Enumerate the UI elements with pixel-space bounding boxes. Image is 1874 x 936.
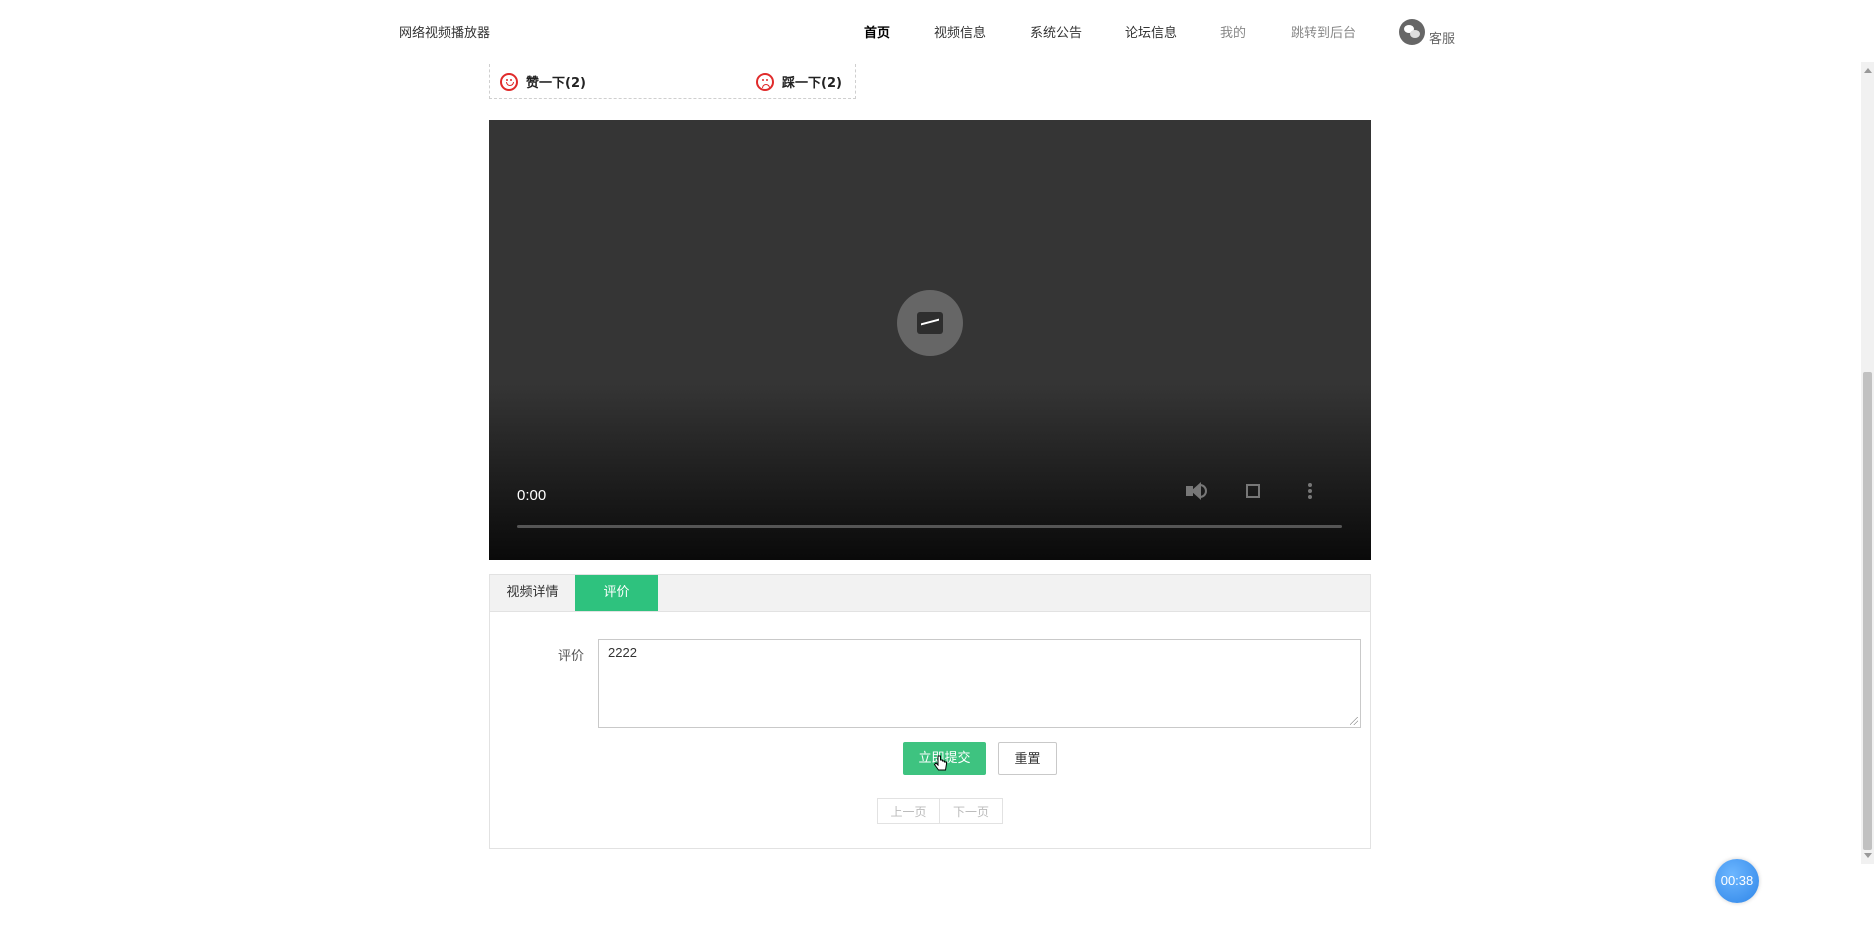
resize-grip-icon[interactable] [1350, 717, 1358, 725]
dislike-button[interactable]: 踩一下(2) [756, 72, 842, 91]
nav-admin[interactable]: 跳转到后台 [1291, 22, 1356, 41]
nav-video-info[interactable]: 视频信息 [934, 22, 986, 41]
frown-icon [756, 72, 774, 91]
tab-video-details[interactable]: 视频详情 [490, 575, 575, 611]
comment-value: 2222 [608, 645, 637, 660]
customer-service-label: 客服 [1429, 31, 1456, 47]
comment-textarea[interactable]: 2222 [598, 639, 1361, 728]
reset-button[interactable]: 重置 [998, 742, 1057, 775]
comment-label: 评价 [558, 649, 585, 664]
top-navbar: 网络视频播放器 首页 视频信息 系统公告 论坛信息 我的 跳转到后台 客服 [0, 0, 1874, 62]
tab-reviews[interactable]: 评价 [575, 575, 658, 611]
site-brand[interactable]: 网络视频播放器 [399, 22, 490, 41]
next-page-button[interactable]: 下一页 [939, 798, 1003, 824]
nav-my[interactable]: 我的 [1220, 22, 1246, 41]
hand-cursor-icon [934, 755, 947, 771]
nav-home[interactable]: 首页 [864, 22, 890, 41]
prev-page-button[interactable]: 上一页 [877, 798, 940, 824]
nav-forum[interactable]: 论坛信息 [1125, 22, 1177, 41]
like-button[interactable]: 赞一下(2) [500, 72, 586, 91]
timer-badge: 00:38 [1715, 859, 1759, 903]
fullscreen-icon[interactable] [1238, 476, 1268, 506]
dislike-label: 踩一下(2) [782, 76, 842, 91]
scroll-up-arrow-icon[interactable] [1864, 68, 1872, 73]
smile-icon [500, 72, 518, 91]
wechat-icon [1399, 19, 1425, 45]
broken-image-icon[interactable] [897, 290, 963, 356]
submit-button[interactable]: 立即提交 [903, 742, 986, 775]
detail-panel: 视频详情 评价 评价 2222 立即提交 重置 上一页 下一页 [489, 574, 1371, 849]
volume-icon[interactable] [1181, 476, 1211, 506]
page-scrollbar[interactable] [1861, 62, 1874, 864]
current-time: 0:00 [517, 487, 547, 504]
video-player[interactable]: 0:00 [489, 120, 1371, 560]
progress-bar[interactable] [517, 525, 1342, 528]
scrollbar-thumb[interactable] [1863, 372, 1872, 850]
nav-announcements[interactable]: 系统公告 [1030, 22, 1082, 41]
more-options-icon[interactable] [1295, 476, 1325, 506]
tab-bar: 视频详情 评价 [490, 575, 1370, 612]
customer-service-link[interactable]: 客服 [1399, 18, 1456, 47]
like-label: 赞一下(2) [526, 76, 586, 91]
vote-box: 赞一下(2) 踩一下(2) [489, 64, 856, 99]
scroll-down-arrow-icon[interactable] [1864, 853, 1872, 858]
